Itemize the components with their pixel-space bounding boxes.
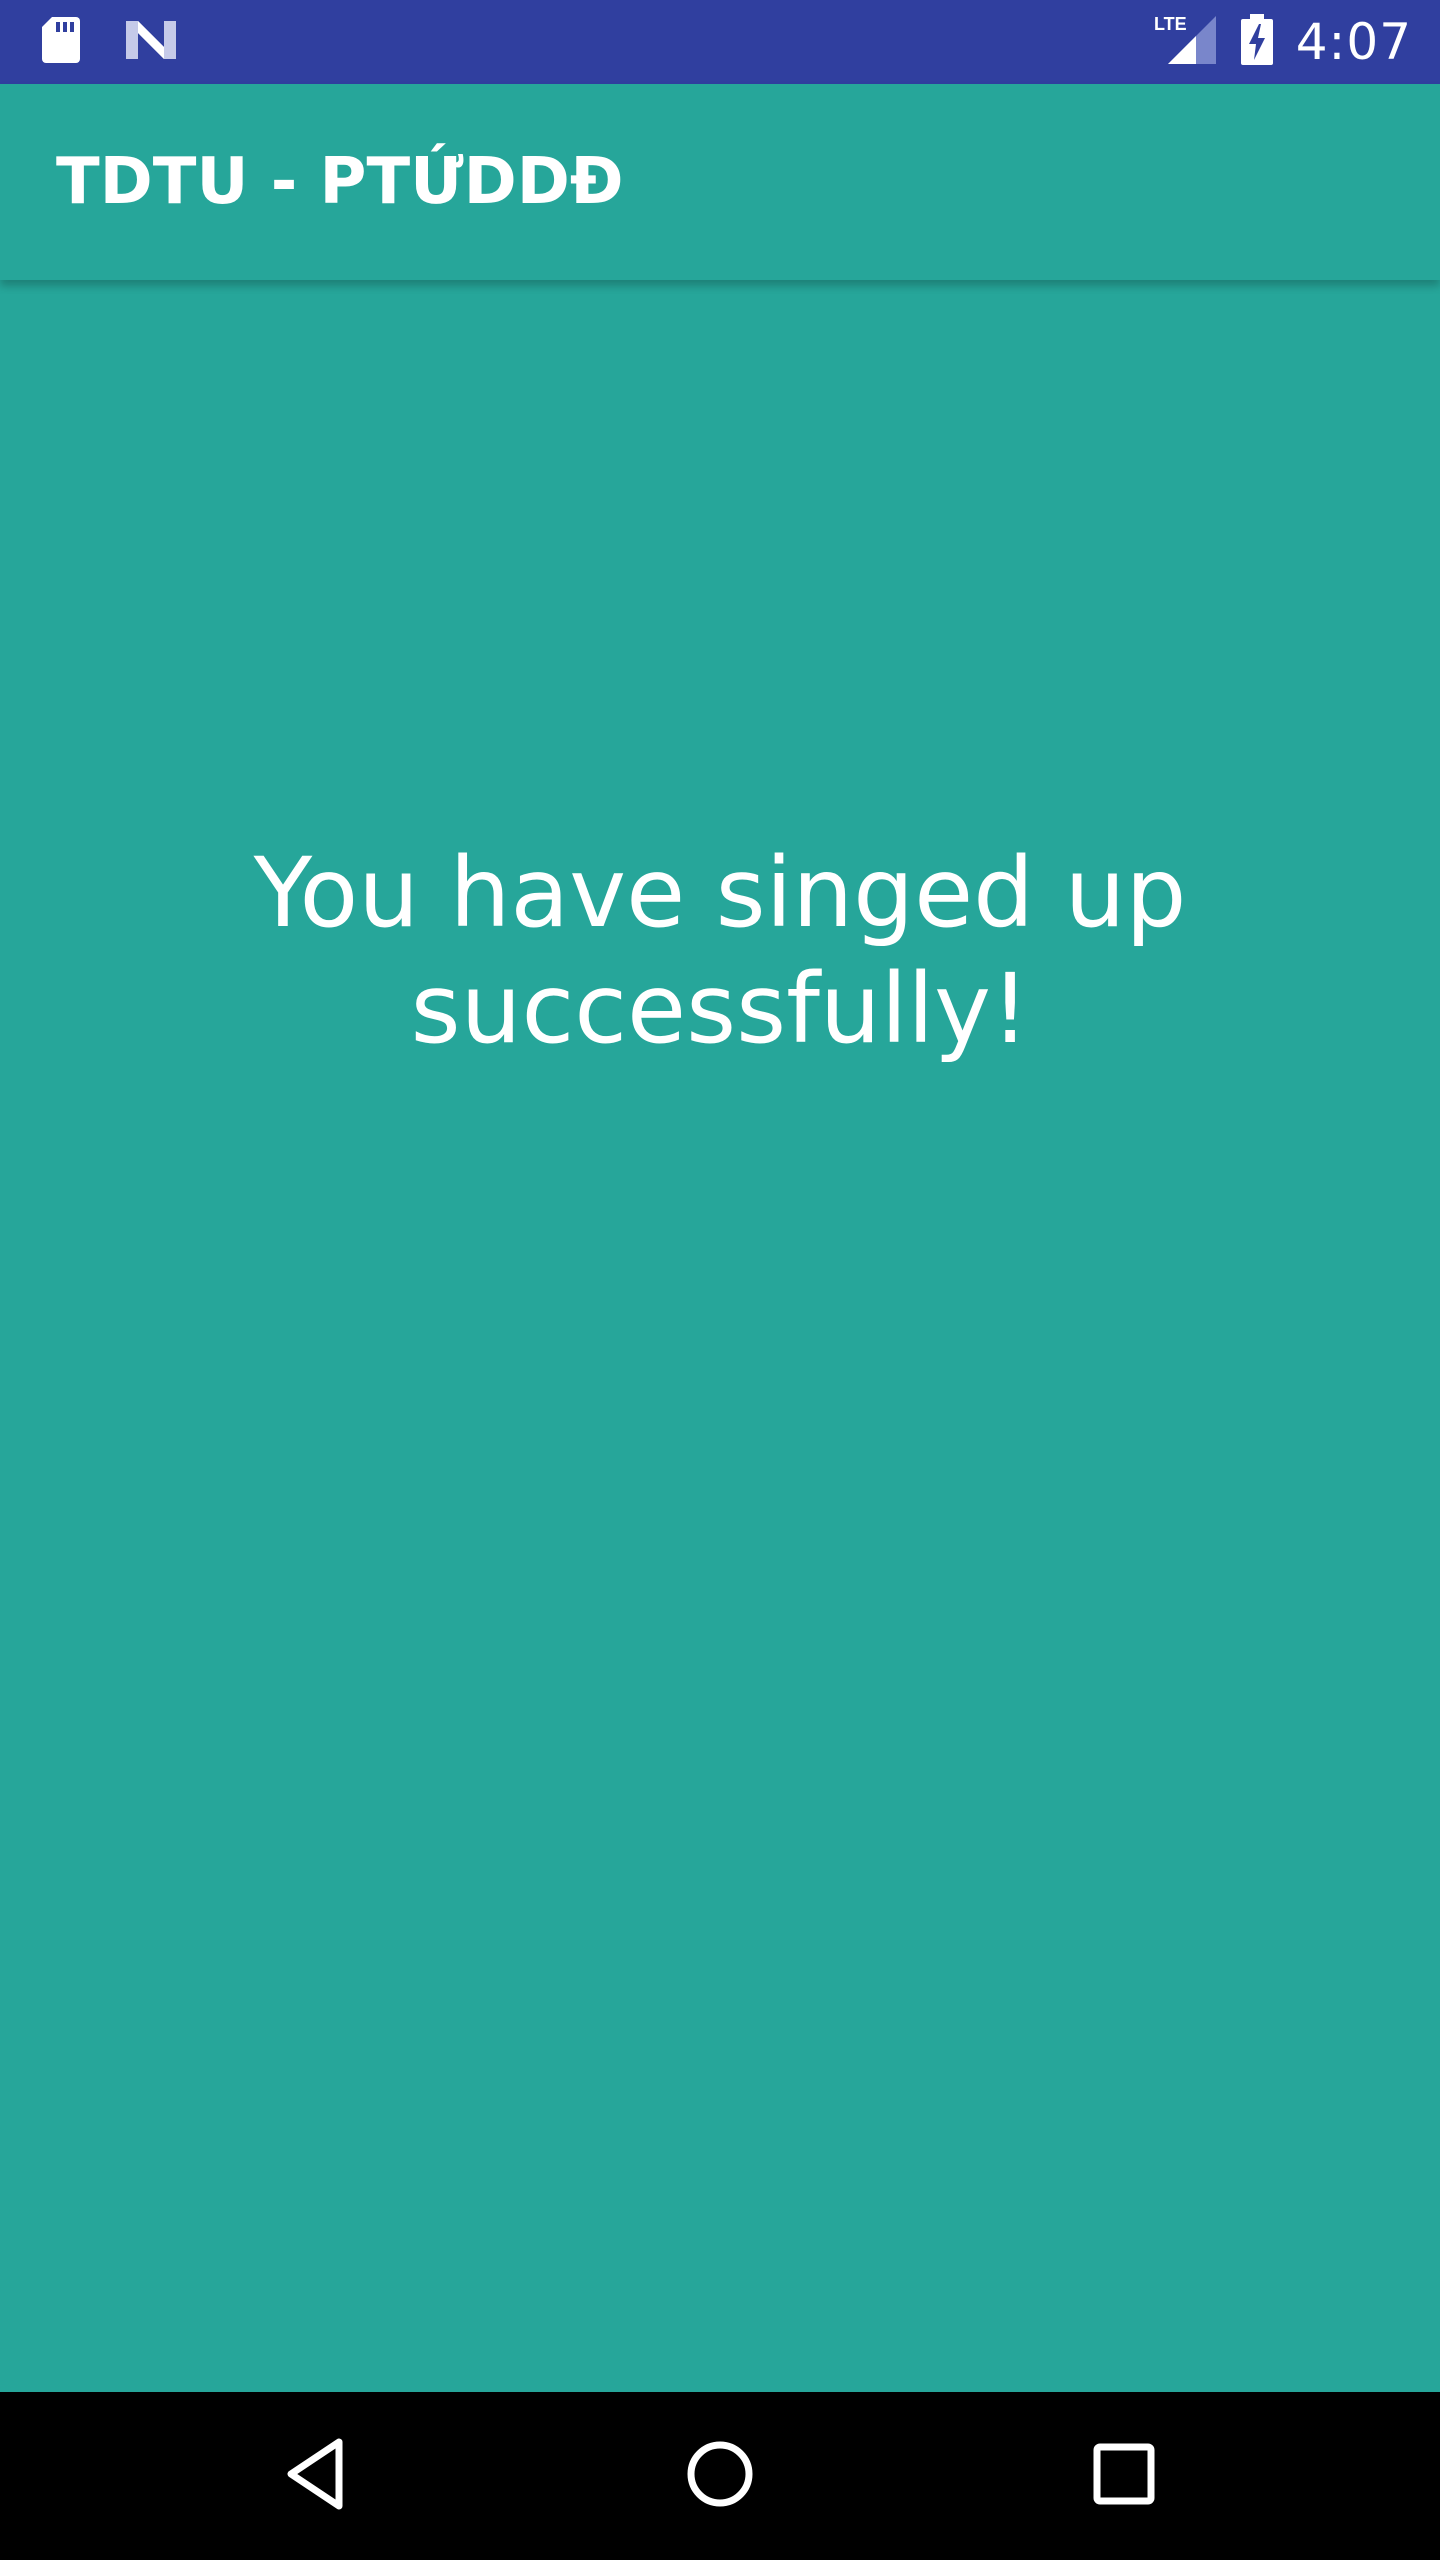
back-button[interactable] bbox=[232, 2392, 400, 2560]
network-type-label: LTE bbox=[1154, 14, 1187, 34]
app-bar: TDTU - PTỨDDĐ bbox=[0, 84, 1440, 280]
status-left-icons bbox=[40, 0, 178, 84]
success-message: You have singed up successfully! bbox=[253, 837, 1187, 1065]
main-content: You have singed up successfully! bbox=[0, 280, 1440, 2392]
recents-button[interactable] bbox=[1040, 2392, 1208, 2560]
app-title: TDTU - PTỨDDĐ bbox=[56, 145, 624, 219]
navigation-bar bbox=[0, 2392, 1440, 2560]
status-bar: LTE 4:07 bbox=[0, 0, 1440, 84]
home-icon bbox=[684, 2438, 756, 2514]
back-icon bbox=[281, 2436, 351, 2516]
battery-charging-icon bbox=[1240, 14, 1274, 70]
recents-icon bbox=[1092, 2442, 1156, 2510]
screen: LTE 4:07 TDTU - PTỨDDĐ You have singed u… bbox=[0, 0, 1440, 2560]
n-logo-icon bbox=[124, 17, 178, 67]
status-time: 4:07 bbox=[1295, 13, 1412, 71]
home-button[interactable] bbox=[636, 2392, 804, 2560]
signal-icon: LTE bbox=[1154, 14, 1218, 70]
sd-card-icon bbox=[40, 15, 82, 69]
status-right-icons: LTE 4:07 bbox=[1154, 0, 1412, 84]
